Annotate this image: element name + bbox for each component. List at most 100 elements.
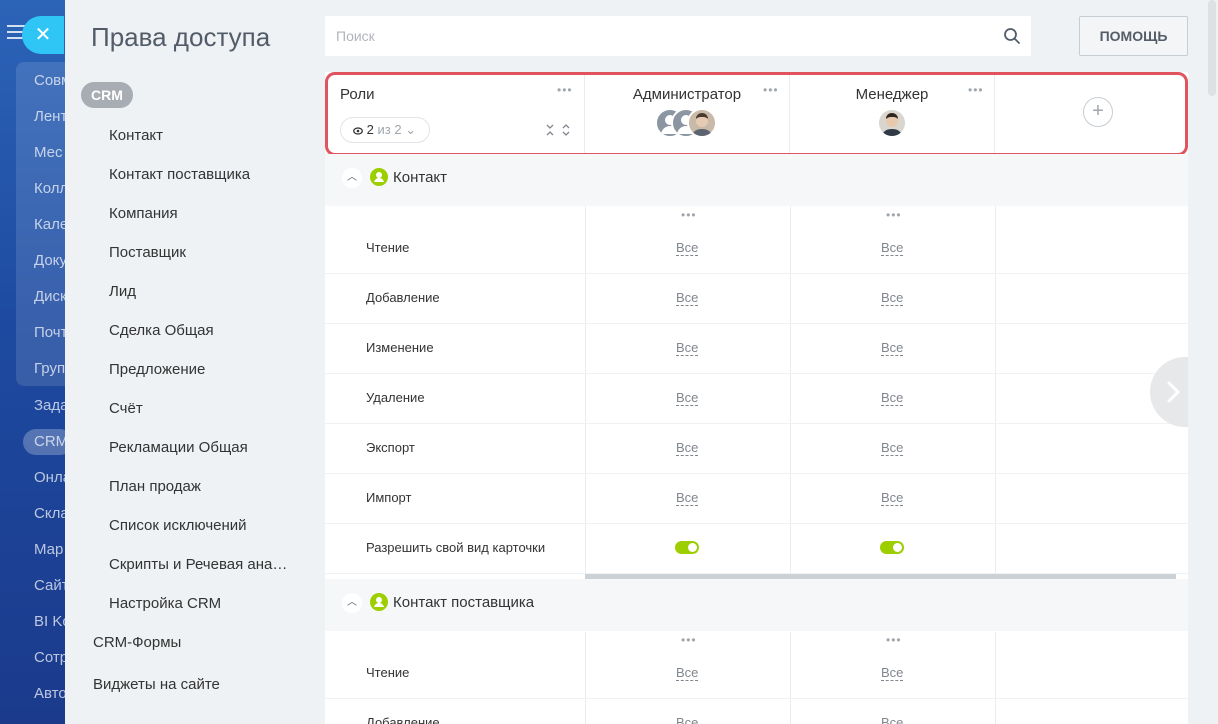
sidebar-item-quote[interactable]: Предложение: [109, 361, 205, 378]
role-menu-icon[interactable]: •••: [763, 83, 779, 97]
chevron-down-icon: ⌄: [405, 122, 417, 137]
permission-value-admin[interactable]: Все: [676, 440, 699, 456]
search-icon[interactable]: [1003, 27, 1021, 45]
nav-item[interactable]: Скла: [34, 505, 66, 522]
collapse-all-icon[interactable]: [545, 124, 555, 136]
role-menu-icon[interactable]: •••: [968, 83, 984, 97]
background-left-nav: Совм Лент Мес Колл Кале Доку Диск Почт Г…: [0, 0, 66, 724]
column-options-icon[interactable]: •••: [681, 208, 697, 222]
nav-item[interactable]: Почт: [34, 324, 66, 341]
nav-item[interactable]: Совм: [34, 72, 66, 89]
counter-total: из 2: [377, 122, 402, 137]
chevron-up-icon[interactable]: ︿: [342, 168, 362, 188]
roles-visible-counter[interactable]: 2 из 2 ⌄: [340, 117, 430, 143]
nav-item[interactable]: Доку: [34, 252, 66, 269]
column-options-row: ••• •••: [325, 206, 995, 226]
chevron-up-icon[interactable]: ︿: [342, 593, 362, 613]
nav-item[interactable]: Лент: [34, 108, 66, 125]
close-slider-button[interactable]: ✕: [22, 16, 64, 54]
nav-item[interactable]: Колл: [34, 180, 66, 197]
permission-value-admin[interactable]: Все: [676, 665, 699, 681]
role-header-admin[interactable]: Администратор •••: [585, 75, 790, 153]
sidebar-section-badge-crm[interactable]: CRM: [81, 82, 133, 108]
eye-icon: [353, 127, 363, 135]
column-options-icon[interactable]: •••: [681, 633, 697, 647]
role-header-manager[interactable]: Менеджер •••: [790, 75, 995, 153]
role-members-manager[interactable]: [877, 108, 911, 138]
permission-value-admin[interactable]: Все: [676, 290, 699, 306]
contact-entity-icon: [370, 593, 388, 611]
help-button[interactable]: ПОМОЩЬ: [1079, 16, 1188, 56]
card-view-toggle-manager[interactable]: [880, 541, 904, 554]
vertical-scrollbar[interactable]: [1208, 0, 1216, 96]
permission-row: Чтение Все Все: [325, 649, 1188, 699]
search-input[interactable]: [325, 16, 985, 56]
sidebar-item-scripts[interactable]: Скрипты и Речевая ана…: [109, 556, 287, 573]
permission-value-manager[interactable]: Все: [881, 490, 904, 506]
sidebar-item-supplier[interactable]: Поставщик: [109, 244, 186, 261]
nav-item[interactable]: Авто: [34, 685, 66, 702]
sidebar-item-deal[interactable]: Сделка Общая: [109, 322, 214, 339]
permission-value-manager[interactable]: Все: [881, 390, 904, 406]
permission-value-manager[interactable]: Все: [881, 665, 904, 681]
permission-value-manager[interactable]: Все: [881, 290, 904, 306]
permission-row: Удаление Все Все: [325, 374, 1188, 424]
nav-item[interactable]: Зада: [34, 397, 66, 414]
sidebar-item-crm-settings[interactable]: Настройка CRM: [109, 595, 221, 612]
nav-item-crm[interactable]: CRM: [34, 433, 66, 450]
permission-row: Импорт Все Все: [325, 474, 1188, 524]
sidebar-item-claims[interactable]: Рекламации Общая: [109, 439, 248, 456]
permission-value-manager[interactable]: Все: [881, 340, 904, 356]
permission-row: Добавление Все Все: [325, 699, 1188, 724]
permission-value-manager[interactable]: Все: [881, 440, 904, 456]
sidebar-item-company[interactable]: Компания: [109, 205, 178, 222]
permission-label: Добавление: [366, 715, 440, 724]
add-role-button[interactable]: +: [1083, 97, 1113, 127]
sidebar-item-exclusions[interactable]: Список исключений: [109, 517, 247, 534]
sidebar-item-supplier-contact[interactable]: Контакт поставщика: [109, 166, 250, 183]
nav-item[interactable]: BI Ko: [34, 613, 66, 630]
sidebar-item-crm-forms[interactable]: CRM-Формы: [93, 634, 181, 651]
permission-value-manager[interactable]: Все: [881, 240, 904, 256]
permission-value-manager[interactable]: Все: [881, 715, 903, 724]
nav-item[interactable]: Онла: [34, 469, 66, 486]
roles-header-row: Роли ••• 2 из 2 ⌄ Администратор ••• Мене…: [325, 72, 1188, 156]
permission-label: Чтение: [366, 240, 410, 255]
column-options-icon[interactable]: •••: [886, 633, 902, 647]
permission-label: Добавление: [366, 290, 440, 305]
permission-label: Разрешить свой вид карточки: [366, 540, 546, 555]
nav-item[interactable]: Сайт: [34, 577, 66, 594]
nav-item[interactable]: Кале: [34, 216, 66, 233]
permissions-table: Роли ••• 2 из 2 ⌄ Администратор ••• Мене…: [325, 72, 1188, 724]
role-members-admin[interactable]: [655, 108, 725, 138]
sidebar-item-sales-plan[interactable]: План продаж: [109, 478, 201, 495]
sidebar-item-invoice[interactable]: Счёт: [109, 400, 143, 417]
permission-row: Изменение Все Все: [325, 324, 1188, 374]
expand-all-icon[interactable]: [561, 124, 571, 136]
permission-value-admin[interactable]: Все: [676, 390, 699, 406]
roles-title: Роли: [340, 86, 375, 103]
roles-menu-icon[interactable]: •••: [557, 83, 573, 97]
permission-value-admin[interactable]: Все: [676, 490, 699, 506]
permission-label: Изменение: [366, 340, 434, 355]
sidebar-item-lead[interactable]: Лид: [109, 283, 136, 300]
permission-value-admin[interactable]: Все: [676, 715, 698, 724]
permission-row: Экспорт Все Все: [325, 424, 1188, 474]
section-header-contact[interactable]: ︿ Контакт: [325, 154, 1188, 206]
permission-value-admin[interactable]: Все: [676, 240, 699, 256]
nav-item[interactable]: Мар: [34, 541, 66, 558]
column-options-icon[interactable]: •••: [886, 208, 902, 222]
card-view-toggle-admin[interactable]: [675, 541, 699, 554]
sidebar-item-contact[interactable]: Контакт: [109, 127, 163, 144]
section-header-supplier-contact[interactable]: ︿ Контакт поставщика: [325, 579, 1188, 631]
nav-item[interactable]: Сотр: [34, 649, 66, 666]
sidebar-item-site-widgets[interactable]: Виджеты на сайте: [93, 676, 220, 693]
nav-item[interactable]: Мес: [34, 144, 66, 161]
permission-row: Добавление Все Все: [325, 274, 1188, 324]
access-rights-slider: Права доступа CRM Контакт Контакт постав…: [65, 0, 1218, 724]
nav-item[interactable]: Диск: [34, 288, 66, 305]
permission-value-admin[interactable]: Все: [676, 340, 699, 356]
nav-item[interactable]: Груп: [34, 360, 66, 377]
section-title: Контакт поставщика: [393, 594, 535, 611]
page-title: Права доступа: [91, 22, 271, 52]
